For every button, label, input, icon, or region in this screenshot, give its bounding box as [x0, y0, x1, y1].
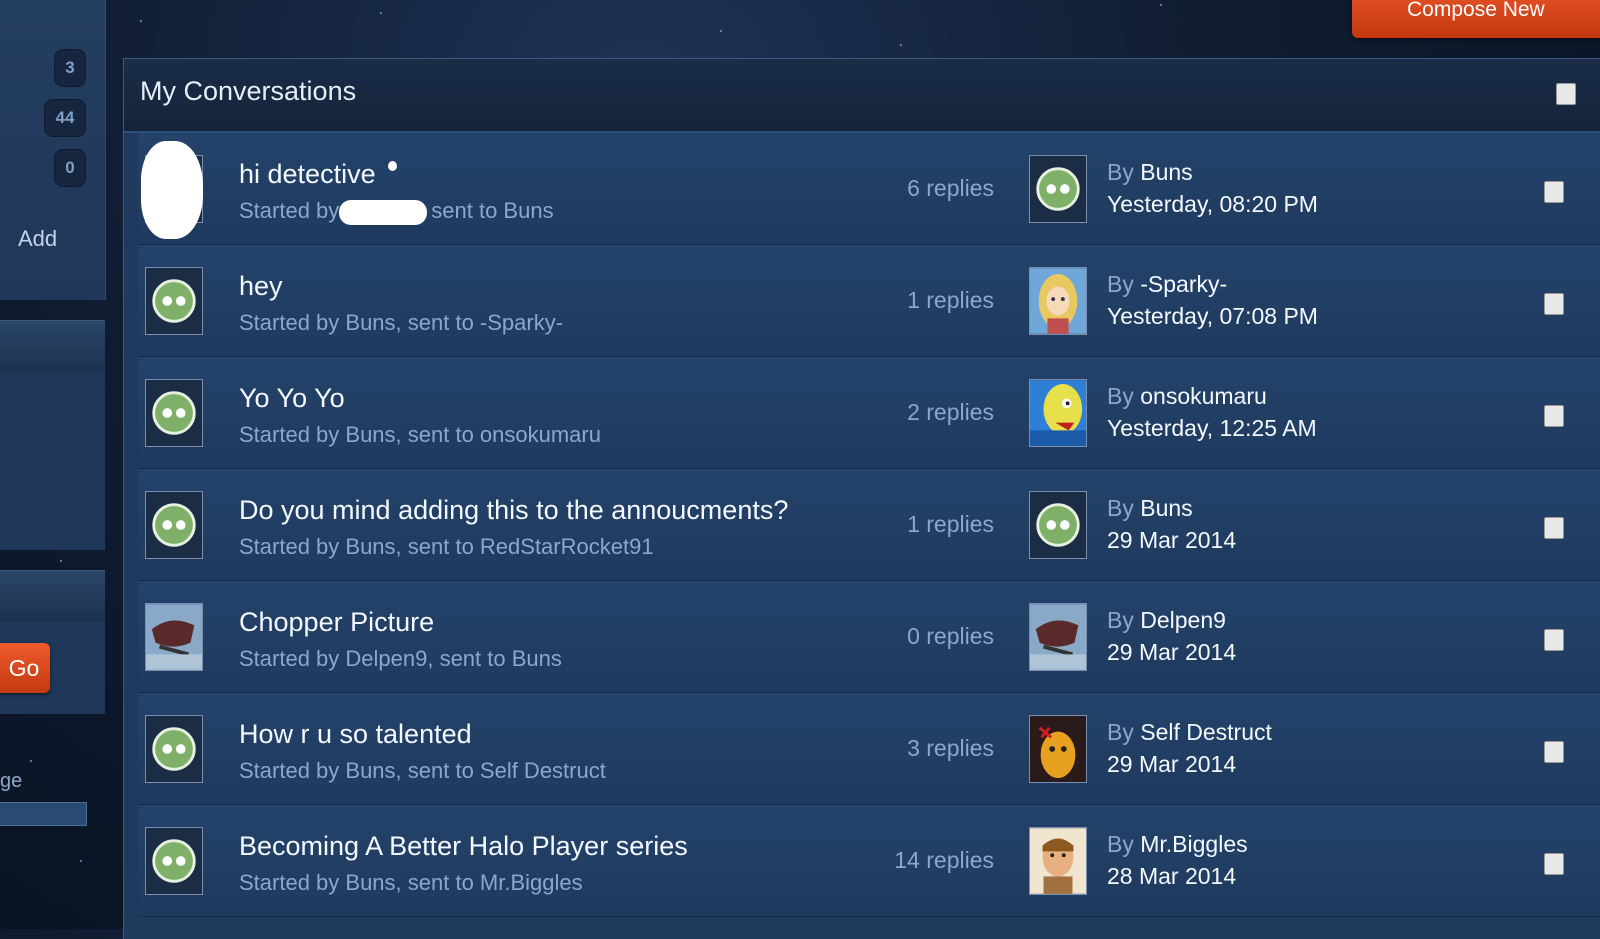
go-button[interactable]: Go [0, 643, 50, 693]
poster-name[interactable]: onsokumaru [1140, 383, 1267, 409]
last-poster: By Delpen9 [1107, 607, 1226, 633]
panel-header: My Conversations [124, 59, 1600, 133]
conversation-row[interactable]: How r u so talented Started by Buns, sen… [138, 693, 1600, 805]
last-post-date: Yesterday, 12:25 AM [1107, 415, 1317, 441]
reply-count: 2 replies [907, 399, 994, 425]
yellow-creature-avatar[interactable] [1029, 379, 1087, 447]
conversation-title[interactable]: How r u so talented [239, 719, 472, 750]
conversation-subtitle: Started by sent to Buns [239, 198, 554, 225]
last-poster: By Self Destruct [1107, 719, 1272, 745]
last-poster: By Buns [1107, 159, 1193, 185]
cartoon-man-avatar[interactable] [1029, 827, 1087, 895]
green-face-icon[interactable] [1029, 491, 1087, 559]
last-post-date: 29 Mar 2014 [1107, 527, 1237, 553]
redaction-mark [141, 141, 203, 239]
conversation-row[interactable]: hey Started by Buns, sent to -Sparky- 1 … [138, 245, 1600, 357]
poster-name[interactable]: Buns [1140, 159, 1192, 185]
last-post-date: 28 Mar 2014 [1107, 863, 1237, 889]
last-post-date: Yesterday, 07:08 PM [1107, 303, 1318, 329]
poster-name[interactable]: Buns [1140, 495, 1192, 521]
last-poster: By Mr.Biggles [1107, 831, 1248, 857]
reply-count: 0 replies [907, 623, 994, 649]
poster-name[interactable]: Mr.Biggles [1140, 831, 1247, 857]
row-checkbox[interactable] [1544, 181, 1564, 203]
chopper-avatar[interactable] [1029, 603, 1087, 671]
reply-count: 1 replies [907, 511, 994, 537]
conversation-title[interactable]: hey [239, 271, 283, 302]
poster-name[interactable]: -Sparky- [1140, 271, 1227, 297]
sidebar-panel: ge [0, 372, 105, 826]
green-face-icon[interactable] [145, 491, 203, 559]
last-post-date: 29 Mar 2014 [1107, 639, 1237, 665]
sidebar-input[interactable] [0, 802, 87, 826]
redaction-mark [388, 161, 397, 171]
conversation-subtitle: Started by Buns, sent to RedStarRocket91 [239, 534, 654, 559]
green-face-icon[interactable] [145, 379, 203, 447]
row-checkbox[interactable] [1544, 629, 1564, 651]
count-badge: 0 [54, 149, 86, 187]
conversation-title[interactable]: Chopper Picture [239, 607, 434, 638]
conversation-title[interactable]: Do you mind adding this to the annoucmen… [239, 495, 788, 526]
conversation-row[interactable]: Do you mind adding this to the annoucmen… [138, 469, 1600, 581]
conversation-title[interactable]: Yo Yo Yo [239, 383, 345, 414]
sidebar-add-link[interactable]: Add [18, 226, 57, 252]
conversation-row[interactable]: Chopper Picture Started by Delpen9, sent… [138, 581, 1600, 693]
blonde-girl-avatar[interactable] [1029, 267, 1087, 335]
row-checkbox[interactable] [1544, 405, 1564, 427]
last-poster: By onsokumaru [1107, 383, 1267, 409]
conversation-row[interactable]: Yo Yo Yo Started by Buns, sent to onsoku… [138, 357, 1600, 469]
sidebar-label: ge [0, 770, 23, 792]
page-title: My Conversations [140, 76, 357, 106]
conversation-subtitle: Started by Buns, sent to Mr.Biggles [239, 870, 583, 895]
row-checkbox[interactable] [1544, 853, 1564, 875]
last-post-date: Yesterday, 08:20 PM [1107, 191, 1318, 217]
sidebar-panel: 3 44 0 Add [0, 0, 106, 300]
select-all-checkbox[interactable] [1556, 83, 1576, 105]
row-checkbox[interactable] [1544, 293, 1564, 315]
last-post-date: 29 Mar 2014 [1107, 751, 1237, 777]
redaction-mark [339, 199, 428, 225]
last-poster: By Buns [1107, 495, 1193, 521]
row-checkbox[interactable] [1544, 741, 1564, 763]
conversation-subtitle: Started by Buns, sent to -Sparky- [239, 310, 564, 335]
compose-new-label: Compose New [1407, 0, 1545, 21]
sidebar-section-header [0, 570, 105, 623]
poster-name[interactable]: Self Destruct [1140, 719, 1272, 745]
count-badge: 44 [44, 99, 86, 137]
chopper-avatar[interactable] [145, 603, 203, 671]
conversation-title[interactable]: hi detective [239, 159, 376, 190]
reply-count: 1 replies [907, 287, 994, 313]
last-poster: By -Sparky- [1107, 271, 1228, 297]
green-face-icon[interactable] [145, 267, 203, 335]
conversation-subtitle: Started by Buns, sent to onsokumaru [239, 422, 601, 447]
orange-robot-avatar[interactable] [1029, 715, 1087, 783]
conversations-panel: My Conversations hi detective Started by… [123, 58, 1600, 939]
conversation-row[interactable]: Becoming A Better Halo Player series Sta… [138, 805, 1600, 917]
conversation-subtitle: Started by Buns, sent to Self Destruct [239, 758, 606, 783]
conversation-title[interactable]: Becoming A Better Halo Player series [239, 831, 688, 862]
row-checkbox[interactable] [1544, 517, 1564, 539]
count-badge: 3 [54, 49, 86, 87]
reply-count: 14 replies [894, 847, 994, 873]
conversation-subtitle: Started by Delpen9, sent to Buns [239, 646, 562, 671]
reply-count: 3 replies [907, 735, 994, 761]
poster-name[interactable]: Delpen9 [1140, 607, 1226, 633]
sidebar-section-header [0, 320, 105, 373]
green-face-icon[interactable] [145, 827, 203, 895]
compose-new-button[interactable]: Compose New [1352, 0, 1600, 38]
conversation-row[interactable]: hi detective Started by sent to Buns 6 re… [138, 133, 1600, 245]
green-face-icon[interactable] [145, 715, 203, 783]
go-button-label: Go [8, 654, 40, 681]
green-face-icon[interactable] [1029, 155, 1087, 223]
reply-count: 6 replies [907, 175, 994, 201]
